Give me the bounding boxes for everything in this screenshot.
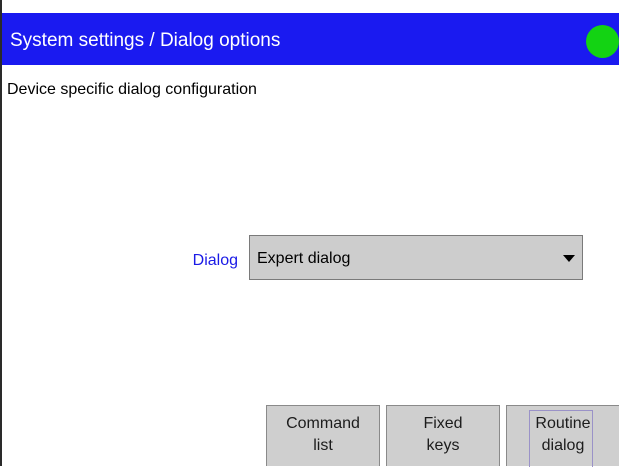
caret-down-icon [563, 255, 575, 262]
softkey-command-list-label: Command list [286, 415, 360, 454]
status-led-icon [586, 25, 619, 58]
page-title: System settings / Dialog options [10, 30, 281, 51]
softkey-fixed-keys[interactable]: Fixed keys [386, 405, 500, 466]
device-screen: System settings / Dialog options Device … [0, 0, 619, 467]
screen-left-border [0, 0, 2, 466]
dialog-select-value: Expert dialog [257, 250, 351, 267]
softkey-command-list[interactable]: Command list [266, 405, 380, 466]
dialog-select[interactable]: Expert dialog [249, 235, 583, 280]
dialog-field-label: Dialog [192, 252, 238, 269]
softkey-fixed-keys-label: Fixed keys [423, 415, 463, 454]
page-subtitle: Device specific dialog configuration [7, 81, 257, 98]
softkey-routine-dialog-label: Routine dialog [535, 415, 591, 454]
softkey-routine-dialog[interactable]: Routine dialog [506, 405, 619, 467]
title-bar: System settings / Dialog options [2, 13, 619, 65]
